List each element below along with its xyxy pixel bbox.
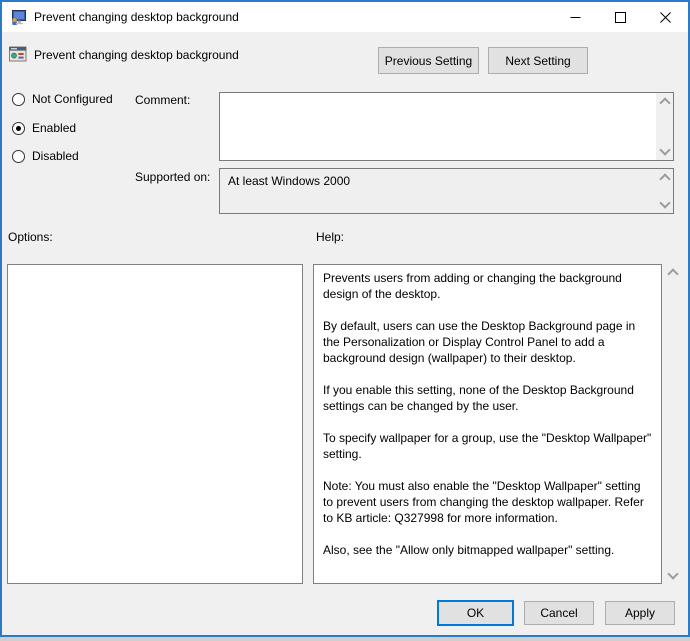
scroll-up-icon[interactable] bbox=[666, 268, 679, 280]
help-label: Help: bbox=[316, 230, 345, 244]
help-paragraph: By default, users can use the Desktop Ba… bbox=[323, 319, 636, 365]
help-text: Prevents users from adding or changing t… bbox=[314, 265, 661, 579]
radio-circle-icon bbox=[12, 149, 25, 163]
ok-button[interactable]: OK bbox=[437, 600, 514, 626]
help-paragraph: Note: You must also enable the "Desktop … bbox=[323, 479, 644, 525]
cancel-button[interactable]: Cancel bbox=[524, 601, 594, 625]
supported-on-scrollbar[interactable] bbox=[656, 169, 673, 213]
comment-input[interactable] bbox=[219, 92, 674, 161]
window-title: Prevent changing desktop background bbox=[34, 10, 239, 24]
maximize-button[interactable] bbox=[598, 2, 643, 32]
supported-on-label: Supported on: bbox=[135, 170, 211, 184]
radio-enabled[interactable]: Enabled bbox=[12, 120, 76, 136]
policy-setting-icon bbox=[9, 45, 27, 63]
scroll-up-icon[interactable] bbox=[658, 97, 671, 109]
scroll-down-icon[interactable] bbox=[658, 144, 671, 156]
next-setting-button[interactable]: Next Setting bbox=[488, 47, 588, 74]
desktop-backdrop bbox=[0, 637, 690, 641]
titlebar[interactable]: Prevent changing desktop background bbox=[2, 2, 688, 32]
help-paragraph: To specify wallpaper for a group, use th… bbox=[323, 431, 652, 461]
radio-circle-icon bbox=[12, 92, 25, 106]
policy-setting-dialog: Prevent changing desktop background Prev… bbox=[0, 0, 690, 641]
scroll-down-icon[interactable] bbox=[666, 568, 679, 580]
options-label: Options: bbox=[8, 230, 53, 244]
group-policy-icon bbox=[10, 9, 27, 26]
scroll-down-icon[interactable] bbox=[658, 197, 671, 209]
scroll-up-icon[interactable] bbox=[658, 173, 671, 185]
comment-value bbox=[220, 93, 656, 160]
supported-on-value: At least Windows 2000 bbox=[228, 174, 351, 188]
help-scrollbar[interactable] bbox=[663, 264, 682, 584]
supported-on-input[interactable]: At least Windows 2000 bbox=[219, 168, 674, 214]
apply-button[interactable]: Apply bbox=[605, 601, 675, 625]
close-button[interactable] bbox=[643, 2, 688, 32]
help-paragraph: Also, see the "Allow only bitmapped wall… bbox=[323, 543, 615, 557]
help-paragraph: Prevents users from adding or changing t… bbox=[323, 271, 622, 301]
radio-label: Disabled bbox=[32, 149, 79, 163]
help-paragraph: If you enable this setting, none of the … bbox=[323, 383, 634, 413]
options-panel bbox=[7, 264, 303, 584]
setting-title: Prevent changing desktop background bbox=[34, 48, 239, 62]
previous-setting-button[interactable]: Previous Setting bbox=[378, 47, 479, 74]
radio-label: Enabled bbox=[32, 121, 77, 135]
radio-label: Not Configured bbox=[32, 92, 113, 106]
minimize-button[interactable] bbox=[553, 2, 598, 32]
comment-scrollbar[interactable] bbox=[656, 93, 673, 160]
radio-disabled[interactable]: Disabled bbox=[12, 148, 79, 164]
radio-not-configured[interactable]: Not Configured bbox=[12, 91, 113, 107]
comment-label: Comment: bbox=[135, 93, 191, 107]
radio-circle-selected-icon bbox=[12, 121, 25, 135]
help-panel[interactable]: Prevents users from adding or changing t… bbox=[313, 264, 662, 584]
